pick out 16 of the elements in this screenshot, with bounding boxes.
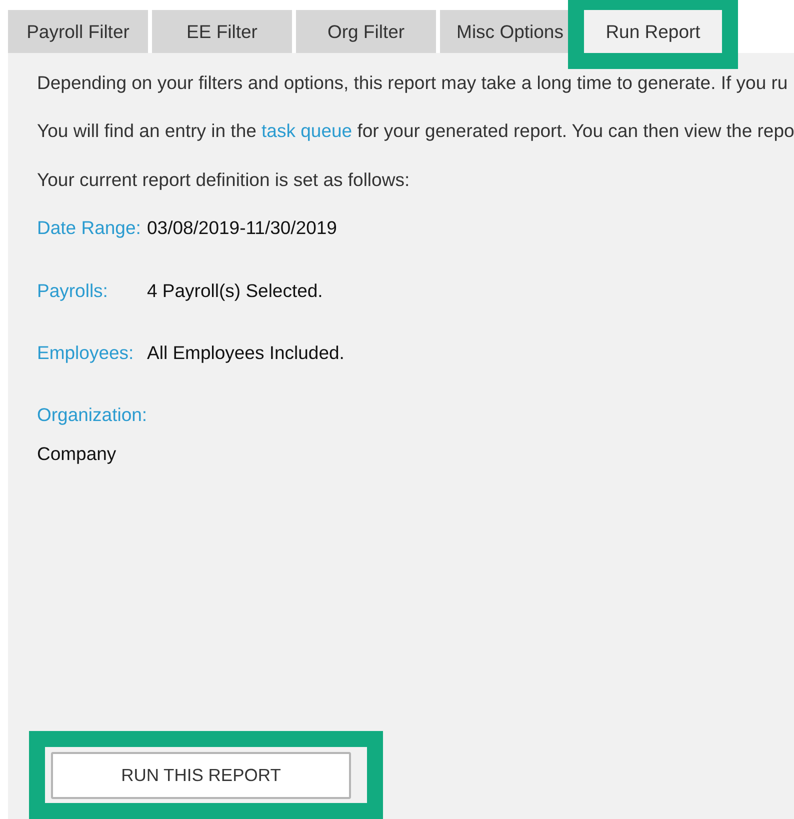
run-report-button[interactable]: RUN THIS REPORT [51,752,351,799]
field-label: Organization: [37,403,148,427]
field-label: Payrolls: [37,279,109,303]
tab[interactable]: Org Filter [296,10,436,53]
field-label: Employees: [37,341,135,365]
field-value: Company [37,442,116,466]
tab[interactable]: Run Report [584,10,722,53]
tab[interactable]: Payroll Filter [8,10,148,53]
info-text: Depending on your filters and options, this report may take a long time to generate. If you ru [37,71,789,95]
field-value: All Employees Included. [147,341,344,365]
info-text: You will find an entry in the task queue for your generated report. You can then view the repo [37,119,794,143]
tab[interactable]: EE Filter [152,10,292,53]
field-value: 03/08/2019-11/30/2019 [147,216,337,240]
field-label: Date Range: [37,216,142,240]
info-text: Your current report definition is set as follows: [37,168,411,192]
field-value: 4 Payroll(s) Selected. [147,279,323,303]
